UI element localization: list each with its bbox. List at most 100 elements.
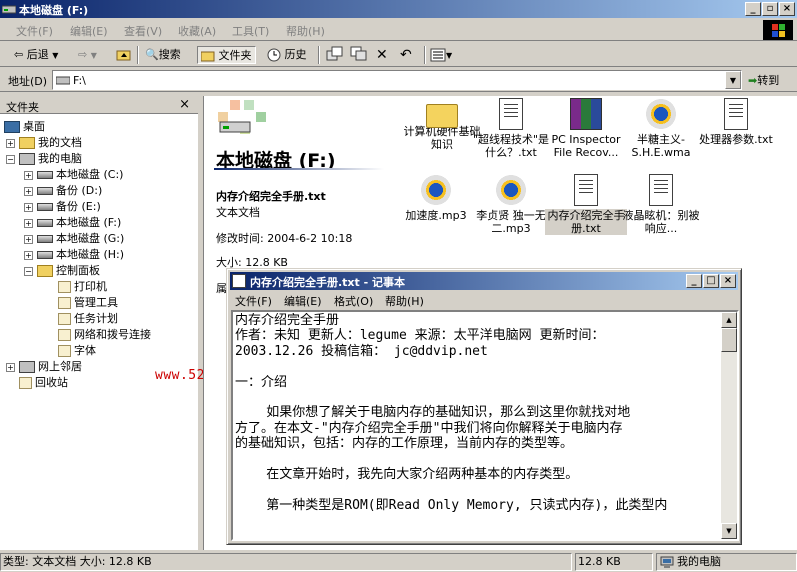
- file-item[interactable]: "超线程技术"是什么？.txt: [470, 98, 552, 159]
- views-button[interactable]: ▼: [430, 46, 452, 64]
- tree-item-network-places[interactable]: + 网上邻居: [6, 359, 82, 375]
- folder-pane-title: 文件夹: [6, 101, 39, 114]
- go-button[interactable]: ➡转到: [748, 72, 779, 88]
- selected-file-modified: 修改时间: 2004-6-2 10:18: [216, 232, 353, 245]
- tree-item-desktop[interactable]: 桌面: [4, 119, 45, 135]
- close-button[interactable]: ×: [779, 2, 795, 16]
- status-description: 类型: 文本文档 大小: 12.8 KB: [0, 553, 572, 571]
- menu-favorites[interactable]: 收藏(A): [178, 23, 216, 39]
- notepad-line: 一：介绍: [235, 374, 288, 390]
- control-panel-icon: [37, 265, 53, 277]
- tree-item-drive-c[interactable]: + 本地磁盘 (C:): [24, 167, 123, 183]
- notepad-menu-format[interactable]: 格式(O): [334, 293, 373, 309]
- restore-button[interactable]: ▫: [762, 2, 778, 16]
- notepad-text-area[interactable]: 内存介绍完全手册 作者：未知 更新人：legume 来源：太平洋电脑网 更新时间：…: [231, 310, 739, 541]
- notepad-line: 如果你想了解关于电脑内存的基础知识，那么到这里你就找对地: [235, 405, 631, 421]
- drive-icon: [37, 171, 53, 179]
- file-item-selected[interactable]: 内存介绍完全手册.txt: [545, 174, 627, 235]
- scroll-up-button[interactable]: ▲: [721, 312, 737, 328]
- copy-to-button[interactable]: [350, 46, 368, 64]
- notepad-minimize-button[interactable]: _: [686, 274, 702, 288]
- tree-item-network-connections[interactable]: 网络和拨号连接: [58, 327, 151, 343]
- up-folder-button[interactable]: [116, 46, 132, 64]
- search-button[interactable]: 🔍搜索: [145, 46, 181, 64]
- folder-pane: 文件夹 × 桌面 + 我的文档 − 我的电脑 + 本地磁盘 (C:) + 备份 (D:)…: [0, 96, 198, 550]
- notepad-line: [235, 482, 719, 497]
- tree-item-drive-e[interactable]: + 备份 (E:): [24, 199, 101, 215]
- folders-button[interactable]: 文件夹: [197, 46, 256, 64]
- go-label: 转到: [757, 74, 780, 87]
- tree-item-recycle-bin[interactable]: 回收站: [19, 375, 68, 391]
- back-button[interactable]: ⇦ 后退 ▼: [14, 46, 58, 64]
- tree-item-admin-tools[interactable]: 管理工具: [58, 295, 118, 311]
- address-bar: 地址(D) F:\ ▼ ➡转到: [0, 68, 797, 92]
- scheduled-tasks-icon: [58, 313, 71, 325]
- tree-item-my-documents[interactable]: + 我的文档: [6, 135, 82, 151]
- tree-item-drive-g[interactable]: + 本地磁盘 (G:): [24, 231, 124, 247]
- forward-button[interactable]: ⇨ ▼: [78, 46, 97, 64]
- file-item[interactable]: 李贞贤 独一无二.mp3: [470, 174, 552, 235]
- close-icon[interactable]: ×: [179, 97, 190, 112]
- selected-file-type: 文本文档: [216, 206, 260, 219]
- notepad-menu-help[interactable]: 帮助(H): [385, 293, 424, 309]
- folders-icon: [200, 51, 215, 62]
- notepad-title-bar: 内存介绍完全手册.txt - 记事本 _ □ ×: [230, 272, 738, 290]
- file-label: "超线程技术"是什么？.txt: [472, 133, 550, 159]
- file-item[interactable]: 液晶眩机：别被响应...: [620, 174, 702, 235]
- delete-icon[interactable]: ✕: [376, 46, 388, 64]
- file-label: 加速度.mp3: [405, 209, 467, 222]
- file-item[interactable]: PC Inspector File Recov...: [545, 98, 627, 159]
- menu-help[interactable]: 帮助(H): [286, 23, 325, 39]
- network-icon: [58, 329, 71, 341]
- folder-icon: [19, 137, 35, 149]
- notepad-line: 在文章开始时，我先向大家介绍两种基本的内存类型。: [235, 467, 579, 483]
- scroll-down-button[interactable]: ▼: [721, 523, 737, 539]
- notepad-title: 内存介绍完全手册.txt - 记事本: [250, 276, 406, 289]
- notepad-maximize-button[interactable]: □: [703, 274, 719, 288]
- tree-item-drive-d[interactable]: + 备份 (D:): [24, 183, 102, 199]
- undo-icon[interactable]: ↶: [400, 46, 412, 64]
- scroll-thumb[interactable]: [721, 328, 737, 352]
- notepad-menu-edit[interactable]: 编辑(E): [284, 293, 322, 309]
- notepad-menu-file[interactable]: 文件(F): [235, 293, 272, 309]
- tree-item-printers[interactable]: 打印机: [58, 279, 107, 295]
- menu-view[interactable]: 查看(V): [124, 23, 162, 39]
- tree-item-control-panel[interactable]: − 控制面板: [24, 263, 100, 279]
- vertical-scrollbar[interactable]: ▲ ▼: [721, 312, 737, 539]
- minimize-button[interactable]: _: [745, 2, 761, 16]
- move-to-button[interactable]: [326, 46, 344, 64]
- tree-item-my-computer[interactable]: − 我的电脑: [6, 151, 82, 167]
- tree-item-drive-h[interactable]: + 本地磁盘 (H:): [24, 247, 124, 263]
- windows-logo: [763, 20, 793, 40]
- address-label: 地址(D): [8, 75, 48, 88]
- chevron-down-icon: ▼: [52, 51, 59, 60]
- title-bar: 本地磁盘 (F:) _ ▫ ×: [0, 0, 797, 18]
- address-input[interactable]: F:\ ▼: [52, 70, 742, 90]
- notepad-line: [235, 390, 719, 405]
- menu-file[interactable]: 文件(F): [16, 23, 53, 39]
- move-to-icon: [326, 46, 343, 61]
- back-label: 后退: [26, 48, 49, 61]
- address-dropdown[interactable]: ▼: [725, 71, 741, 89]
- file-item[interactable]: 处理器参数.txt: [695, 98, 777, 146]
- text-file-icon: [499, 98, 523, 130]
- tree-item-drive-f[interactable]: + 本地磁盘 (F:): [24, 215, 121, 231]
- menu-tools[interactable]: 工具(T): [232, 23, 269, 39]
- go-arrow-icon: ➡: [748, 74, 758, 87]
- rar-archive-icon: [570, 98, 602, 130]
- notepad-line: 作者：未知 更新人：legume 来源：太平洋电脑网 更新时间：: [235, 328, 605, 344]
- up-folder-icon: [116, 50, 131, 61]
- tree-item-fonts[interactable]: 字体: [58, 343, 96, 359]
- tree-item-scheduled-tasks[interactable]: 任务计划: [58, 311, 118, 327]
- folder-pane-header: 文件夹 ×: [0, 96, 198, 114]
- history-button[interactable]: 历史: [267, 46, 307, 64]
- drive-icon: [37, 187, 53, 195]
- notepad-close-button[interactable]: ×: [720, 274, 736, 288]
- file-item[interactable]: 半糖主义-S.H.E.wma: [620, 98, 702, 159]
- notepad-window: 内存介绍完全手册.txt - 记事本 _ □ × 文件(F) 编辑(E) 格式(…: [226, 268, 742, 545]
- notepad-content[interactable]: 内存介绍完全手册 作者：未知 更新人：legume 来源：太平洋电脑网 更新时间：…: [235, 313, 719, 539]
- file-item[interactable]: 加速度.mp3: [395, 174, 477, 222]
- menu-edit[interactable]: 编辑(E): [70, 23, 108, 39]
- drive-icon: [37, 235, 53, 243]
- drive-icon: [37, 219, 53, 227]
